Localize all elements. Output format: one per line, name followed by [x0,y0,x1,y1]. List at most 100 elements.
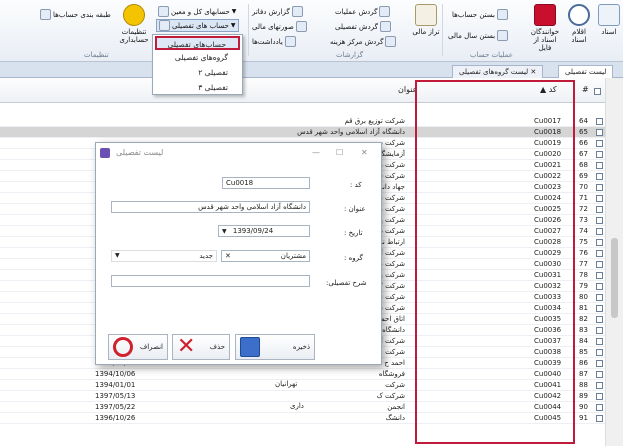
row-code: Cu0017 [534,117,562,125]
table-row[interactable]: 91 Cu0045 دانشگ 1396/10/26 [0,413,605,424]
accounting-settings-button[interactable]: تنظیمات حسابداری [114,4,154,44]
code-field[interactable]: Cu0018 [222,177,310,189]
row-code: Cu0039 [534,359,562,367]
row-checkbox[interactable] [596,228,603,235]
delete-button[interactable]: ✕ حذف [172,334,230,360]
row-checkbox[interactable] [596,294,603,301]
date-picker[interactable]: ▼ 1393/09/24 [218,225,310,237]
row-checkbox[interactable] [596,404,603,411]
row-checkbox[interactable] [596,272,603,279]
row-checkbox[interactable] [596,206,603,213]
row-number: 76 [579,249,588,257]
row-checkbox[interactable] [596,173,603,180]
select-all-checkbox[interactable] [594,88,601,95]
row-date: 1394/01/01 [95,381,136,389]
menu-item-detail-groups[interactable]: گروه‌های تفصیلی [155,51,240,65]
row-checkbox[interactable] [596,217,603,224]
cost-center-turnover-button[interactable]: گردش مرکز هزینه [330,36,397,47]
column-header-num[interactable]: # [582,85,589,94]
row-number: 67 [579,150,588,158]
menu-item-detail-3[interactable]: تفصیلی ۳ [155,81,240,95]
row-checkbox[interactable] [596,184,603,191]
table-row[interactable]: 64 Cu0017 شرکت توزیع برق قم [0,116,605,127]
general-accounts-button[interactable]: ▼ حسابهای کل و معین [158,6,236,17]
close-accounts-button[interactable]: بستن حساب‌ها [452,9,508,20]
row-checkbox[interactable] [596,415,603,422]
clear-icon[interactable]: ✕ [225,251,231,261]
table-row[interactable]: 89 Cu0042 شرکت ک 1397/05/13 [0,391,605,402]
delete-icon: ✕ [177,334,196,359]
trial-balance-button[interactable]: تراز مالی [412,4,440,36]
calendar-icon [497,30,509,41]
row-checkbox[interactable] [596,305,603,312]
tab-detail-groups[interactable]: ✕ لیست گروه‌های تفصیلی [452,65,544,78]
row-checkbox[interactable] [596,129,603,136]
column-header-code[interactable]: کد ▲ [540,85,557,94]
ledger-report-button[interactable]: گزارش دفاتر [252,6,303,17]
new-group-select[interactable]: جدید ▼ [111,250,217,262]
row-checkbox[interactable] [596,371,603,378]
detail-account-dialog: — ☐ ✕ لیست تفصیلی کد : Cu0018 عنوان : دا… [95,142,382,365]
scrollbar-thumb[interactable] [611,238,618,318]
search-documents-button[interactable]: اقلام اسناد [564,4,594,44]
row-checkbox[interactable] [596,360,603,367]
row-date: 1396/10/26 [95,414,136,422]
row-checkbox[interactable] [596,118,603,125]
table-row[interactable]: 88 Cu0041 شرکت 1394/01/01 [0,380,605,391]
import-icon [534,4,556,26]
row-checkbox[interactable] [596,140,603,147]
row-checkbox[interactable] [596,316,603,323]
financial-statements-button[interactable]: صورتهای مالی [252,21,307,32]
row-number: 70 [579,183,588,191]
dropdown-arrow-icon[interactable]: ▼ [222,228,227,235]
close-fiscal-year-button[interactable]: بستن سال مالی [448,30,509,41]
operations-turnover-button[interactable]: گردش عملیات [335,6,391,17]
description-field[interactable] [111,275,310,287]
row-checkbox[interactable] [596,382,603,389]
row-code: Cu0030 [534,260,562,268]
close-icon[interactable]: ✕ [361,143,368,163]
row-checkbox[interactable] [596,283,603,290]
menu-item-detail-2[interactable]: تفصیلی ۲ [155,66,240,80]
row-code: Cu0040 [534,370,562,378]
row-code: Cu0037 [534,337,562,345]
row-checkbox[interactable] [596,239,603,246]
row-checkbox[interactable] [596,327,603,334]
menu-item-detail-accounts[interactable]: حساب‌های تفصیلی [155,36,240,50]
tab-detail-list[interactable]: لیست تفصیلی [558,65,614,78]
row-checkbox[interactable] [596,338,603,345]
title-field[interactable]: دانشگاه آزاد اسلامی واحد شهر قدس [111,201,310,213]
notes-button[interactable]: یادداشت‌ها [252,36,296,47]
row-code: Cu0042 [534,392,562,400]
group-select[interactable]: ✕ مشتریان [221,250,310,262]
row-checkbox[interactable] [596,349,603,356]
documents-button[interactable]: اسناد [596,4,622,36]
detail-accounts-button[interactable]: ▼ حساب های تفصیلی [156,19,239,32]
dropdown-arrow-icon: ▼ [230,22,236,29]
row-checkbox[interactable] [596,195,603,202]
maximize-icon[interactable]: ☐ [336,143,343,163]
row-code: Cu0028 [534,238,562,246]
vertical-scrollbar[interactable] [605,78,623,446]
minimize-icon[interactable]: — [312,143,320,163]
row-number: 71 [579,194,588,202]
table-row[interactable]: 65 Cu0018 دانشگاه آزاد اسلامی واحد شهر قدس [0,127,605,138]
close-icon[interactable]: ✕ [530,68,536,76]
row-checkbox[interactable] [596,162,603,169]
row-number: 90 [579,403,588,411]
save-button[interactable]: ذخیره [235,334,315,360]
row-checkbox[interactable] [596,261,603,268]
document-tab-bar: لیست تفصیلی ✕ لیست گروه‌های تفصیلی [0,62,623,78]
dropdown-arrow-icon[interactable]: ▼ [115,251,120,261]
ledger-icon [291,6,303,17]
row-checkbox[interactable] [596,250,603,257]
row-checkbox[interactable] [596,151,603,158]
column-header-title[interactable]: عنوان [398,85,417,94]
import-documents-button[interactable]: خوانندگان اسناد از فایل [528,4,562,52]
account-classification-button[interactable]: طبقه بندی حساب‌ها [40,9,111,20]
table-row[interactable]: 87 Cu0040 فروشگاه 1394/10/06 [0,369,605,380]
row-checkbox[interactable] [596,393,603,400]
cancel-button[interactable]: انصراف [108,334,168,360]
detail-turnover-button[interactable]: گردش تفصیلی [335,21,391,32]
row-title: شرکت [385,381,405,389]
